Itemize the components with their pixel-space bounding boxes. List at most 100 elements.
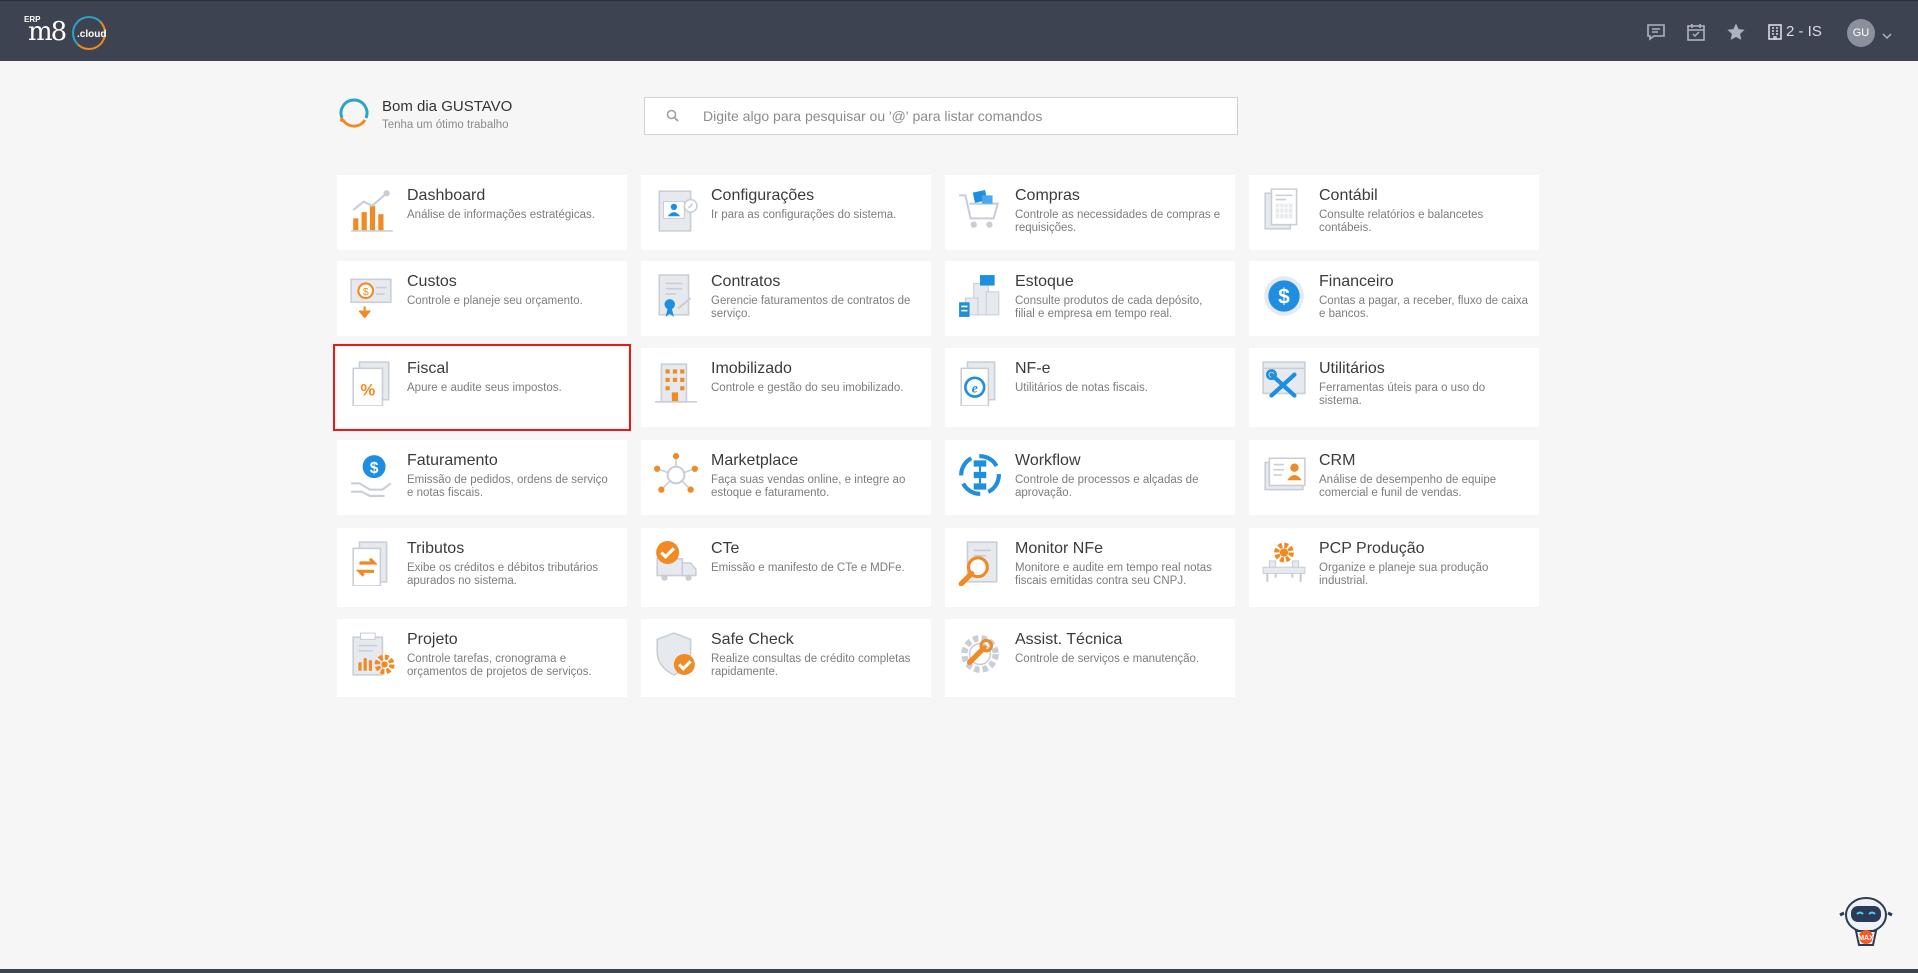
module-title: Financeiro [1319,273,1394,290]
module-title: Projeto [407,631,458,648]
tools-icon [1262,361,1306,398]
dollar-coin-icon: $ [1264,276,1304,316]
warehouse-icon [959,275,1000,317]
chat-icon[interactable] [1645,21,1667,43]
billing-hand-icon: $ [351,455,392,497]
module-description: Controle de processos e alçadas de aprov… [1015,474,1199,499]
module-card-contabil[interactable]: Contábil Consulte relatórios e balancetes… [1249,175,1539,250]
svg-text:%: % [360,381,375,400]
ledger-icon [1264,188,1298,230]
module-title: Contratos [711,273,781,290]
module-card-cte[interactable]: CTe Emissão e manifesto de CTe e MDFe. [641,528,931,607]
module-description: Gerencie faturamentos de contratos de se… [711,295,911,320]
svg-text:$: $ [1278,285,1290,308]
module-card-utilitarios[interactable]: Utilitários Ferramentas úteis para o uso … [1249,348,1539,427]
search-icon [666,109,679,122]
contract-icon [658,274,692,317]
star-icon[interactable] [1725,21,1747,43]
svg-text:$: $ [370,460,379,477]
module-description: Monitore e audite em tempo real notas fi… [1015,562,1212,587]
wrench-gear-icon [961,635,999,673]
module-card-dashboard[interactable]: Dashboard Análise de informações estratég… [337,175,627,250]
greeting-title: Bom dia GUSTAVO [382,98,513,115]
marketplace-network-icon [654,453,698,493]
search-box[interactable] [644,97,1238,135]
module-description: Realize consultas de crédito completas r… [711,653,911,678]
module-card-financeiro[interactable]: $ Financeiro Contas a pagar, a receber, fl… [1249,261,1539,336]
module-description: Consulte produtos de cada depósito, fili… [1015,295,1203,320]
module-card-assist-tecnica[interactable]: Assist. Técnica Controle de serviços e ma… [945,619,1235,697]
module-title: CRM [1319,452,1356,469]
module-description: Emissão de pedidos, ordens de serviço e … [407,474,608,499]
chevron-down-icon[interactable] [1882,27,1892,45]
module-card-projeto[interactable]: Projeto Controle tarefas, cronograma e or… [337,619,627,697]
module-description: Controle e planeje seu orçamento. [407,295,583,307]
settings-profile-icon [658,190,698,232]
module-title: Tributos [407,540,465,557]
module-description: Ferramentas úteis para o uso do sistema. [1319,382,1486,407]
module-description: Exibe os créditos e débitos tributários … [407,562,599,587]
module-title: Compras [1015,187,1080,204]
module-card-faturamento[interactable]: $ Faturamento Emissão de pedidos, ordens d… [337,440,627,515]
module-description: Controle de serviços e manutenção. [1015,653,1200,665]
greeting-subtitle: Tenha um ótimo trabalho [382,119,509,131]
module-card-nf-e[interactable]: e NF-e Utilitários de notas fiscais. [945,348,1235,427]
module-card-fiscal[interactable]: % Fiscal Apure e audite seus impostos. [333,344,631,431]
truck-check-icon [656,541,697,581]
module-description: Consulte relatórios e balancetes contábe… [1319,209,1484,234]
dashboard-chart-icon [351,190,393,232]
shield-check-icon [656,632,695,676]
greeting-logo-icon [339,98,369,128]
module-card-estoque[interactable]: Estoque Consulte produtos de cada depósit… [945,261,1235,336]
greeting: Bom dia GUSTAVO Tenha um ótimo trabalho [337,94,557,139]
module-description: Emissão e manifesto de CTe e MDFe. [711,562,905,574]
module-description: Ir para as configurações do sistema. [711,209,897,221]
cost-money-icon: $ [350,278,392,319]
module-description: Organize e planeje sua produção industri… [1319,562,1489,587]
module-card-crm[interactable]: CRM Análise de desempenho de equipe comer… [1249,440,1539,515]
module-card-workflow[interactable]: Workflow Controle de processos e alçadas … [945,440,1235,515]
module-title: Estoque [1015,273,1074,290]
module-title: Monitor NFe [1015,540,1104,557]
calendar-icon[interactable] [1685,21,1707,43]
module-title: NF-e [1015,360,1051,377]
module-card-imobilizado[interactable]: Imobilizado Controle e gestão do seu imob… [641,348,931,427]
logo-m8-text: m8 [28,17,67,47]
module-title: Dashboard [407,187,486,204]
bottom-bar [0,969,1918,973]
module-description: Análise de desempenho de equipe comercia… [1319,474,1497,499]
tax-exchange-icon [352,541,388,586]
module-title: CTe [711,540,740,557]
shopping-cart-icon [959,189,1000,228]
building-icon [1768,23,1782,40]
module-title: Utilitários [1319,360,1385,377]
module-card-compras[interactable]: Compras Controle as necessidades de compr… [945,175,1235,250]
top-bar: ERP m8 .cloud 2 - IS GU [0,0,1918,61]
module-card-pcp-producao[interactable]: PCP Produção Organize e planeje sua produ… [1249,528,1539,607]
magnifier-document-icon [958,541,998,586]
svg-text:$: $ [363,287,369,298]
module-card-safe-check[interactable]: Safe Check Realize consultas de crédito c… [641,619,931,697]
project-clipboard-icon [352,632,395,676]
company-selector[interactable]: 2 - IS [1768,23,1822,40]
module-description: Controle tarefas, cronograma e orçamento… [407,653,592,678]
module-card-monitor-nfe[interactable]: Monitor NFe Monitore e audite em tempo re… [945,528,1235,607]
module-title: Safe Check [711,631,794,648]
erp-logo[interactable]: ERP m8 .cloud [22,13,117,53]
svg-text:e: e [972,380,978,395]
module-card-marketplace[interactable]: Marketplace Faça suas vendas online, e in… [641,440,931,515]
building-asset-icon [655,363,697,403]
module-card-configuracoes[interactable]: Configurações Ir para as configurações do… [641,175,931,250]
module-card-tributos[interactable]: Tributos Exibe os créditos e débitos trib… [337,528,627,607]
module-card-contratos[interactable]: Contratos Gerencie faturamentos de contra… [641,261,931,336]
logo-cloud-text: .cloud [77,29,107,40]
module-title: Faturamento [407,452,498,469]
module-title: PCP Produção [1319,540,1425,557]
search-input[interactable] [701,107,1205,125]
module-card-custos[interactable]: $ Custos Controle e planeje seu orçamento. [337,261,627,336]
robot-assistant-icon[interactable]: MAX [1838,893,1894,949]
avatar[interactable]: GU [1847,19,1875,47]
module-title: Marketplace [711,452,799,469]
module-title: Assist. Técnica [1015,631,1123,648]
module-title: Contábil [1319,187,1378,204]
